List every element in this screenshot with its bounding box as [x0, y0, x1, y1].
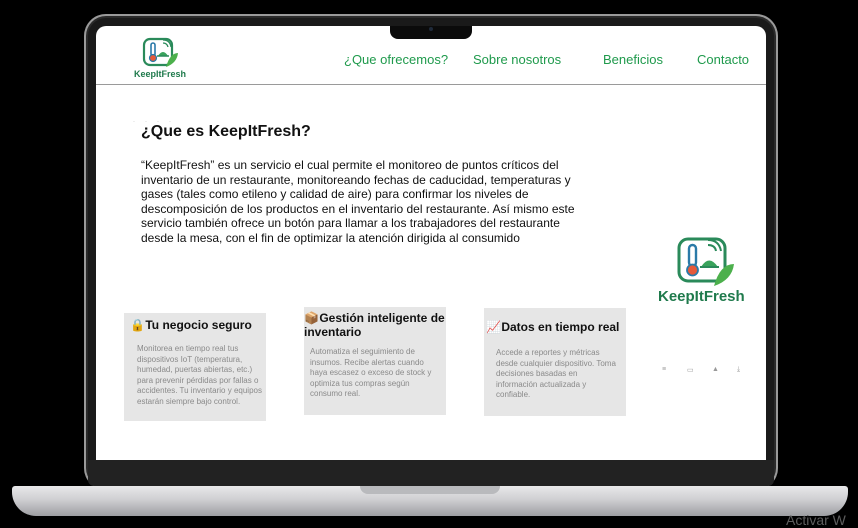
download-icon[interactable]: ⤓ — [737, 366, 745, 374]
card-text: Accede a reportes y métricas desde cualq… — [496, 348, 616, 400]
activation-watermark: Activar W — [786, 512, 846, 528]
browser-screen: KeepItFresh ¿Que ofrecemos? Sobre nosotr… — [96, 26, 766, 460]
card-datos-tiempo-real: 📈 Datos en tiempo real Accede a reportes… — [484, 308, 626, 416]
camera-icon — [429, 27, 433, 31]
logo-large: KeepItFresh — [656, 232, 756, 312]
card-text: Automatiza el seguimiento de insumos. Re… — [310, 347, 432, 399]
camera-notch — [390, 26, 472, 39]
brand-name: KeepItFresh — [133, 69, 186, 79]
warning-icon[interactable]: ▲ — [712, 366, 720, 374]
thermometer-leaf-icon — [142, 37, 178, 67]
card-gestion-inventario: 📦 Gestión inteligente de inventario Auto… — [304, 307, 446, 415]
card-title-row: 📦 Gestión inteligente de inventario — [304, 311, 446, 339]
nav-contacto[interactable]: Contacto — [697, 52, 749, 67]
card-negocio-seguro: 🔒 Tu negocio seguro Monitorea en tiempo … — [124, 313, 266, 421]
message-icon[interactable]: ▭ — [687, 366, 695, 374]
card-title: Tu negocio seguro — [145, 318, 252, 332]
laptop-base-notch — [360, 486, 500, 494]
service-description: “KeepItFresh” es un servicio el cual per… — [141, 158, 575, 245]
list-icon[interactable]: ≡ — [662, 366, 670, 374]
card-title-row: 📈 Datos en tiempo real — [486, 320, 626, 334]
chart-icon: 📈 — [486, 320, 501, 334]
card-title: Datos en tiempo real — [501, 320, 620, 334]
logo[interactable]: KeepItFresh — [130, 37, 190, 81]
lock-icon: 🔒 — [130, 318, 145, 332]
card-text: Monitorea en tiempo real tus dispositivo… — [137, 344, 262, 406]
thermometer-leaf-icon — [677, 237, 734, 286]
nav-sobre-nosotros[interactable]: Sobre nosotros — [473, 52, 561, 67]
brand-name-large: KeepItFresh — [658, 288, 745, 305]
nav-que-ofrecemos[interactable]: ¿Que ofrecemos? — [344, 52, 448, 67]
card-title: Gestión inteligente de inventario — [304, 311, 445, 339]
card-title-row: 🔒 Tu negocio seguro — [130, 318, 264, 332]
laptop-bottom-bezel — [88, 460, 774, 486]
package-icon: 📦 — [304, 311, 319, 325]
page-title: ¿Que es KeepItFresh? — [141, 123, 311, 140]
nav-beneficios[interactable]: Beneficios — [603, 52, 663, 67]
